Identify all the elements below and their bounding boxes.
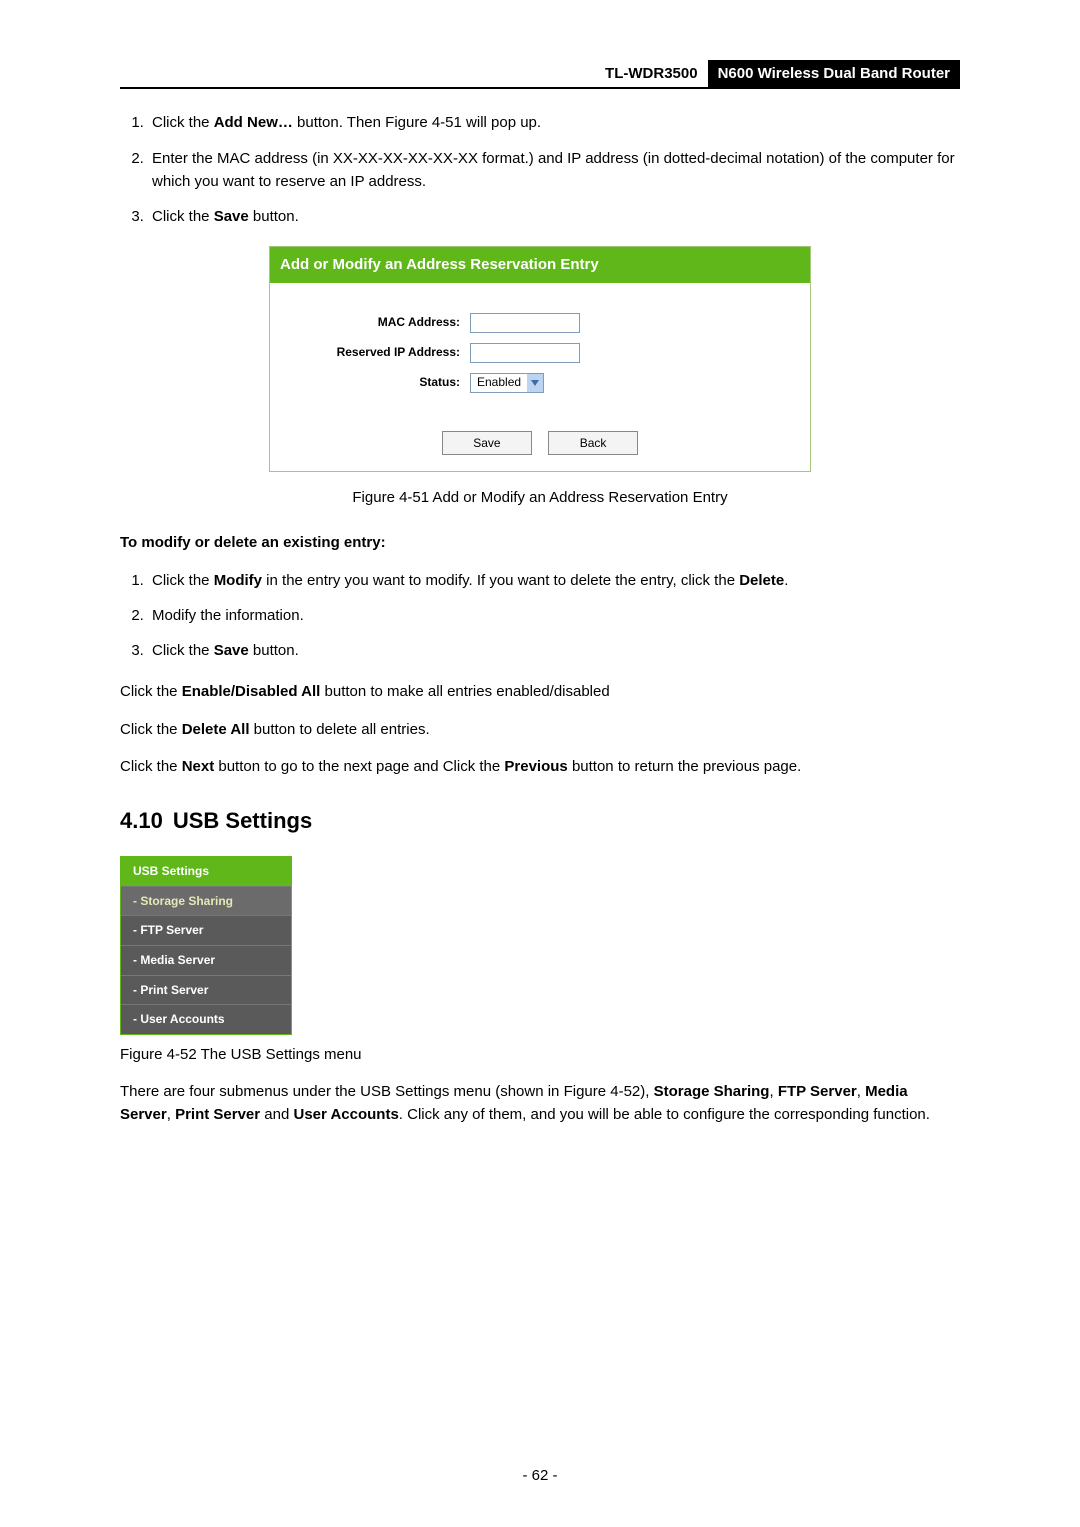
enable-all-para: Click the Enable/Disabled All button to … <box>120 680 960 703</box>
status-label: Status: <box>280 373 470 392</box>
list-item: Click the Add New… button. Then Figure 4… <box>148 111 960 134</box>
t-s4: and <box>260 1106 293 1123</box>
section-title: USB Settings <box>173 808 312 833</box>
t-mid: in the entry you want to modify. If you … <box>262 572 739 589</box>
delete-all-para: Click the Delete All button to delete al… <box>120 718 960 741</box>
next-prev-para: Click the Next button to go to the next … <box>120 755 960 778</box>
t-mid: button to go to the next page and Click … <box>214 758 504 775</box>
status-select[interactable]: Enabled <box>470 373 544 393</box>
step-text: Enter the MAC address (in XX-XX-XX-XX-XX… <box>152 150 955 190</box>
section-heading: 4.10 USB Settings <box>120 804 960 838</box>
panel-title: Add or Modify an Address Reservation Ent… <box>270 247 810 282</box>
t-post: . <box>784 572 788 589</box>
list-item: Enter the MAC address (in XX-XX-XX-XX-XX… <box>148 147 960 194</box>
step-text-post: button. <box>249 208 299 225</box>
header-inner: TL-WDR3500 N600 Wireless Dual Band Route… <box>595 60 960 87</box>
menu-item-print-server[interactable]: - Print Server <box>121 975 291 1005</box>
form-row-status: Status: Enabled <box>280 373 800 393</box>
t-b5: User Accounts <box>293 1106 398 1123</box>
figure-52-caption: Figure 4-52 The USB Settings menu <box>120 1043 960 1066</box>
page-header: TL-WDR3500 N600 Wireless Dual Band Route… <box>120 60 960 89</box>
menu-item-ftp-server[interactable]: - FTP Server <box>121 915 291 945</box>
menu-item-media-server[interactable]: - Media Server <box>121 945 291 975</box>
t-pre: Click the <box>152 572 214 589</box>
t-post: button to make all entries enabled/disab… <box>320 683 609 700</box>
t-bold: Delete All <box>182 721 250 738</box>
figure-panel-51: Add or Modify an Address Reservation Ent… <box>269 246 811 472</box>
t-pre: Click the <box>120 721 182 738</box>
t-pre: Click the <box>120 683 182 700</box>
mac-address-input[interactable] <box>470 313 580 333</box>
chevron-down-icon <box>527 374 543 392</box>
menu-item-user-accounts[interactable]: - User Accounts <box>121 1004 291 1034</box>
list-item: Click the Save button. <box>148 205 960 228</box>
t-b2: Previous <box>504 758 567 775</box>
t-b1: Storage Sharing <box>654 1083 770 1100</box>
step-text: Modify the information. <box>152 607 304 624</box>
document-page: TL-WDR3500 N600 Wireless Dual Band Route… <box>0 0 1080 1527</box>
panel-button-row: Save Back <box>270 417 810 472</box>
modify-steps-list: Click the Modify in the entry you want t… <box>120 569 960 663</box>
t-b2: FTP Server <box>778 1083 857 1100</box>
form-row-mac: MAC Address: <box>280 313 800 333</box>
t-pre: Click the <box>120 758 182 775</box>
t-pre: Click the <box>152 642 214 659</box>
section-number: 4.10 <box>120 808 163 833</box>
t-bold: Enable/Disabled All <box>182 683 321 700</box>
step-text-pre: Click the <box>152 208 214 225</box>
figure-51-caption: Figure 4-51 Add or Modify an Address Res… <box>120 486 960 509</box>
t-post: . Click any of them, and you will be abl… <box>399 1106 930 1123</box>
form-row-ip: Reserved IP Address: <box>280 343 800 363</box>
t-post: button. <box>249 642 299 659</box>
modify-heading: To modify or delete an existing entry: <box>120 531 960 554</box>
back-button[interactable]: Back <box>548 431 638 456</box>
usb-settings-menu: USB Settings - Storage Sharing - FTP Ser… <box>120 856 292 1035</box>
t-b1: Next <box>182 758 215 775</box>
page-number: - 62 - <box>0 1464 1080 1487</box>
mac-label: MAC Address: <box>280 313 470 332</box>
menu-item-storage-sharing[interactable]: - Storage Sharing <box>121 886 291 916</box>
step-text-pre: Click the <box>152 114 214 131</box>
t-s1: , <box>769 1083 777 1100</box>
add-steps-list: Click the Add New… button. Then Figure 4… <box>120 111 960 228</box>
status-value: Enabled <box>471 373 527 392</box>
list-item: Click the Save button. <box>148 639 960 662</box>
t-bold2: Delete <box>739 572 784 589</box>
menu-title: USB Settings <box>121 857 291 886</box>
t-s3: , <box>167 1106 175 1123</box>
ip-label: Reserved IP Address: <box>280 343 470 362</box>
step-text-post: button. Then Figure 4-51 will pop up. <box>293 114 541 131</box>
usb-description-para: There are four submenus under the USB Se… <box>120 1080 960 1127</box>
list-item: Click the Modify in the entry you want t… <box>148 569 960 592</box>
step-text-bold: Add New… <box>214 114 293 131</box>
list-item: Modify the information. <box>148 604 960 627</box>
save-button[interactable]: Save <box>442 431 532 456</box>
t-post: button to delete all entries. <box>250 721 430 738</box>
reserved-ip-input[interactable] <box>470 343 580 363</box>
step-text-bold: Save <box>214 208 249 225</box>
t-b4: Print Server <box>175 1106 260 1123</box>
t-s2: , <box>857 1083 865 1100</box>
t-bold: Save <box>214 642 249 659</box>
t-post: button to return the previous page. <box>568 758 802 775</box>
t-bold: Modify <box>214 572 262 589</box>
t-pre: There are four submenus under the USB Se… <box>120 1083 654 1100</box>
panel-body: MAC Address: Reserved IP Address: Status… <box>270 283 810 417</box>
header-description: N600 Wireless Dual Band Router <box>708 60 960 87</box>
header-model: TL-WDR3500 <box>595 60 708 87</box>
